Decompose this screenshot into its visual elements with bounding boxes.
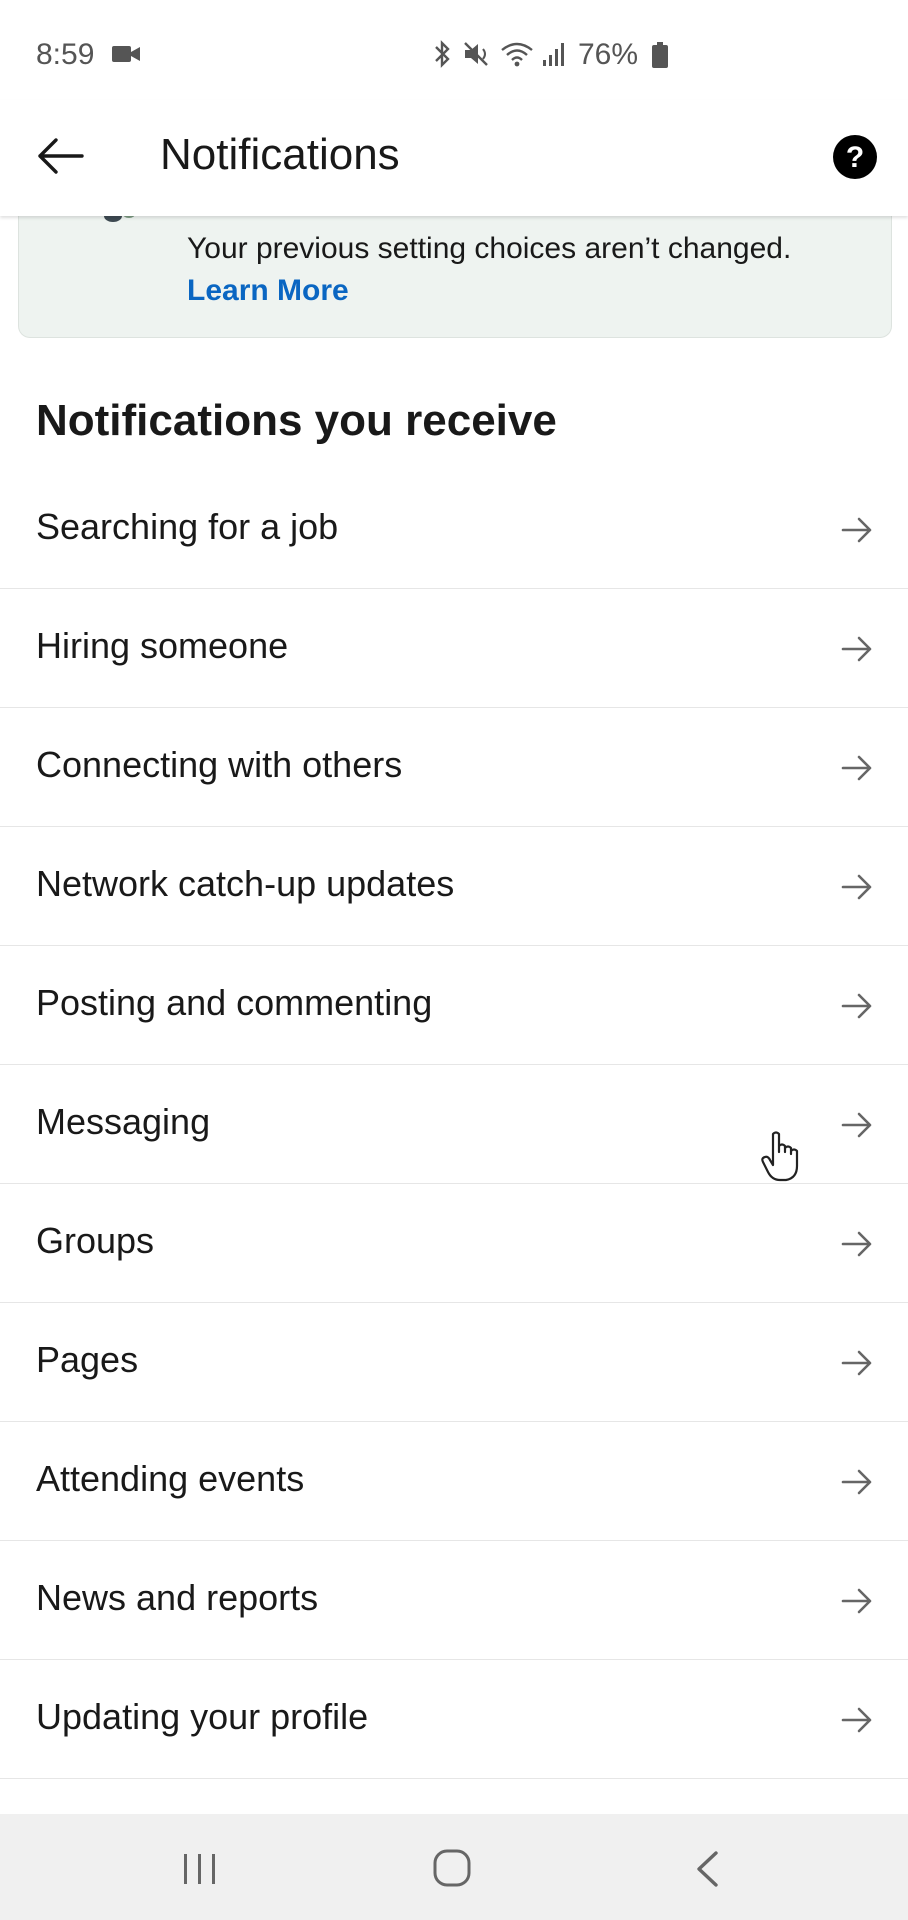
settings-row-label: Searching for a job	[36, 506, 339, 547]
settings-row-attending-events[interactable]: Attending events	[0, 1422, 908, 1541]
info-banner: Your previous setting choices aren’t cha…	[18, 200, 892, 338]
back-nav-icon[interactable]	[692, 1850, 722, 1888]
settings-row-connecting-with-others[interactable]: Connecting with others	[0, 708, 908, 827]
app-header: Notifications ?	[0, 100, 908, 216]
battery-icon	[652, 42, 668, 68]
section-title: Notifications you receive	[36, 396, 557, 445]
settings-row-label: Hiring someone	[36, 625, 289, 666]
mute-icon	[464, 42, 488, 66]
settings-row-label: News and reports	[36, 1577, 319, 1618]
settings-row-label: Updating your profile	[36, 1696, 369, 1737]
settings-row-groups[interactable]: Groups	[0, 1184, 908, 1303]
arrow-right-icon	[841, 755, 872, 781]
svg-text:?: ?	[846, 141, 864, 174]
settings-row-label: Messaging	[36, 1101, 211, 1142]
video-camera-icon	[112, 46, 140, 62]
settings-row-searching-for-a-job[interactable]: Searching for a job	[0, 470, 908, 589]
status-time: 8:59	[36, 38, 95, 71]
hand-cursor-icon	[761, 1131, 799, 1182]
arrow-right-icon	[841, 1112, 872, 1138]
arrow-right-icon	[841, 517, 872, 543]
settings-row-label: Connecting with others	[36, 744, 403, 785]
learn-more-link[interactable]: Learn More	[187, 274, 349, 307]
arrow-right-icon	[841, 636, 872, 662]
bluetooth-icon	[435, 40, 450, 68]
status-icons	[430, 40, 568, 68]
settings-row-updating-your-profile[interactable]: Updating your profile	[0, 1660, 908, 1779]
arrow-right-icon	[841, 1469, 872, 1495]
recent-apps-icon[interactable]	[180, 1852, 220, 1886]
settings-row-label: Network catch-up updates	[36, 863, 455, 904]
banner-message: Your previous setting choices aren’t cha…	[187, 232, 792, 265]
settings-row-label: Attending events	[36, 1458, 305, 1499]
system-nav-bar	[0, 1814, 908, 1920]
settings-row-network-catch-up-updates[interactable]: Network catch-up updates	[0, 827, 908, 946]
settings-row-label: Groups	[36, 1220, 155, 1261]
settings-row-hiring-someone[interactable]: Hiring someone	[0, 589, 908, 708]
settings-list: Searching for a job Hiring someone Conne…	[0, 470, 908, 1779]
arrow-right-icon	[841, 1588, 872, 1614]
arrow-right-icon	[841, 874, 872, 900]
settings-row-pages[interactable]: Pages	[0, 1303, 908, 1422]
settings-row-news-and-reports[interactable]: News and reports	[0, 1541, 908, 1660]
arrow-left-icon[interactable]	[34, 130, 86, 182]
page-title: Notifications	[160, 130, 400, 179]
battery-percent: 76%	[578, 38, 639, 71]
home-icon[interactable]	[432, 1848, 472, 1888]
banner-text: Your previous setting choices aren’t cha…	[187, 228, 867, 312]
status-bar: 8:59 76%	[0, 0, 908, 110]
arrow-right-icon	[841, 1231, 872, 1257]
arrow-right-icon	[841, 1350, 872, 1376]
question-circle-icon[interactable]: ?	[832, 134, 878, 180]
wifi-icon	[501, 42, 533, 67]
signal-icon	[543, 43, 564, 66]
settings-row-posting-and-commenting[interactable]: Posting and commenting	[0, 946, 908, 1065]
settings-row-label: Posting and commenting	[36, 982, 433, 1023]
arrow-right-icon	[841, 993, 872, 1019]
settings-row-label: Pages	[36, 1339, 139, 1380]
arrow-right-icon	[841, 1707, 872, 1733]
